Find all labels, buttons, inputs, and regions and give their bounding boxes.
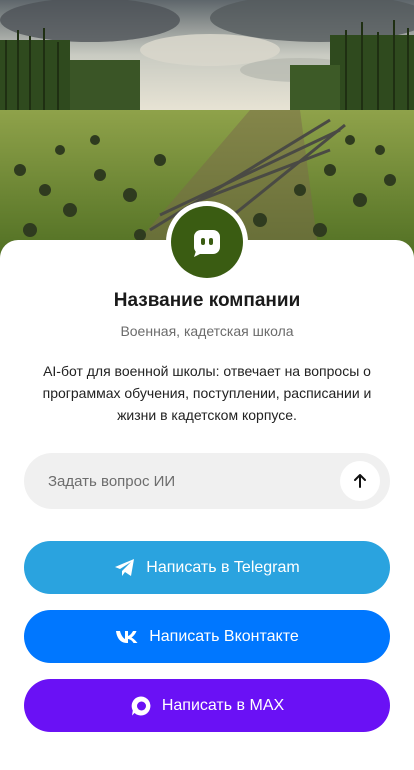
company-description: AI-бот для военной школы: отвечает на во… <box>42 363 372 423</box>
company-name: Название компании <box>113 290 301 311</box>
ask-ai-field <box>24 453 390 509</box>
chat-bot-icon <box>171 206 243 278</box>
telegram-icon <box>114 558 136 578</box>
vk-icon <box>115 630 139 644</box>
company-category: Военная, кадетская школа <box>120 323 294 339</box>
telegram-button[interactable]: Написать в Telegram <box>24 541 390 594</box>
ask-ai-input[interactable] <box>24 453 334 509</box>
max-button[interactable]: Написать в MAX <box>24 679 390 732</box>
avatar <box>166 201 248 283</box>
arrow-up-icon <box>354 474 366 488</box>
vk-button-label: Написать Вконтакте <box>149 627 299 645</box>
vk-button[interactable]: Написать Вконтакте <box>24 610 390 663</box>
telegram-button-label: Написать в Telegram <box>146 558 300 576</box>
max-icon <box>130 695 152 717</box>
max-button-label: Написать в MAX <box>161 696 285 714</box>
send-button[interactable] <box>340 461 380 501</box>
